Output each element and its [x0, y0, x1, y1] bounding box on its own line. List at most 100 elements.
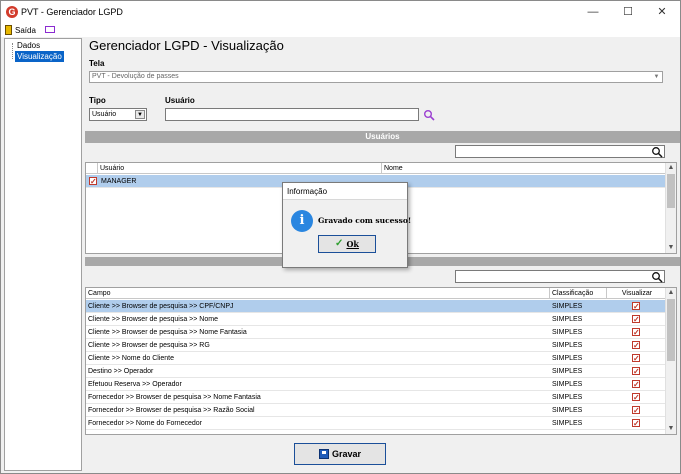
field-campo-cell: Cliente >> Browser de pesquisa >> RG: [88, 342, 210, 349]
tela-select-value: PVT - Devolução de passes: [92, 73, 179, 80]
field-classificacao-cell: SIMPLES: [552, 394, 583, 401]
ok-button[interactable]: ✓ Ok: [318, 235, 376, 253]
field-visualizar-checkbox[interactable]: [632, 417, 640, 430]
field-campo-cell: Fornecedor >> Browser de pesquisa >> Nom…: [88, 394, 261, 401]
fields-col-classificacao[interactable]: Classificação: [550, 288, 607, 298]
search-icon[interactable]: [423, 109, 435, 121]
field-campo-cell: Cliente >> Browser de pesquisa >> Nome F…: [88, 329, 247, 336]
field-campo-cell: Fornecedor >> Browser de pesquisa >> Raz…: [88, 407, 255, 414]
user-select-checkbox[interactable]: [89, 175, 97, 188]
scroll-thumb[interactable]: [667, 299, 675, 361]
field-visualizar-checkbox[interactable]: [632, 339, 640, 352]
usuario-input[interactable]: [165, 108, 419, 121]
field-classificacao-cell: SIMPLES: [552, 381, 583, 388]
user-usuario-cell: MANAGER: [101, 178, 137, 185]
info-icon: i: [291, 210, 313, 232]
table-row[interactable]: Cliente >> Browser de pesquisa >> Nome F…: [86, 326, 666, 339]
scroll-thumb[interactable]: [667, 174, 675, 208]
field-classificacao-cell: SIMPLES: [552, 342, 583, 349]
table-row[interactable]: Cliente >> Nome do Cliente SIMPLES: [86, 352, 666, 365]
title-bar[interactable]: G PVT - Gerenciador LGPD — ☐ ✕: [1, 1, 680, 23]
search-icon[interactable]: [651, 271, 663, 283]
field-visualizar-checkbox[interactable]: [632, 404, 640, 417]
fields-scrollbar[interactable]: ▲ ▼: [665, 288, 676, 434]
table-row[interactable]: Cliente >> Browser de pesquisa >> Nome S…: [86, 313, 666, 326]
field-classificacao-cell: SIMPLES: [552, 303, 583, 310]
usuario-label: Usuário: [165, 96, 195, 105]
exit-menu-label: Saída: [15, 25, 36, 35]
info-dialog: Informação i Gravado com sucesso! ✓ Ok: [282, 182, 412, 268]
dialog-message: Gravado com sucesso!: [318, 216, 412, 225]
field-campo-cell: Destino >> Operador: [88, 368, 154, 375]
fields-filter-input[interactable]: [455, 270, 665, 283]
users-scrollbar[interactable]: ▲ ▼: [665, 163, 676, 253]
save-button-label: Gravar: [331, 449, 362, 459]
ok-button-label: Ok: [346, 239, 359, 249]
field-classificacao-cell: SIMPLES: [552, 329, 583, 336]
users-col-nome[interactable]: Nome: [382, 163, 666, 173]
table-row[interactable]: Fornecedor >> Nome do Fornecedor SIMPLES: [86, 417, 666, 430]
scroll-up-icon[interactable]: ▲: [666, 163, 676, 173]
field-campo-cell: Cliente >> Browser de pesquisa >> Nome: [88, 316, 218, 323]
chevron-down-icon: ▼: [653, 74, 660, 80]
monitor-icon[interactable]: [45, 26, 55, 33]
tela-label: Tela: [89, 59, 105, 68]
field-campo-cell: Cliente >> Nome do Cliente: [88, 355, 174, 362]
table-row[interactable]: Fornecedor >> Browser de pesquisa >> Nom…: [86, 391, 666, 404]
tree-item-visualizacao[interactable]: Visualização: [15, 51, 64, 62]
tela-select[interactable]: PVT - Devolução de passes ▼: [89, 71, 663, 83]
window-title: PVT - Gerenciador LGPD: [21, 7, 123, 17]
users-filter-input[interactable]: [455, 145, 665, 158]
scroll-down-icon[interactable]: ▼: [666, 243, 676, 253]
fields-col-campo[interactable]: Campo: [86, 288, 550, 298]
door-exit-icon: [5, 25, 12, 35]
field-campo-cell: Fornecedor >> Nome do Fornecedor: [88, 420, 203, 427]
table-row[interactable]: Cliente >> Browser de pesquisa >> CPF/CN…: [86, 300, 666, 313]
field-visualizar-checkbox[interactable]: [632, 352, 640, 365]
search-icon[interactable]: [651, 146, 663, 158]
footer-bar: Gravar: [85, 438, 680, 471]
table-row[interactable]: Efetuou Reserva >> Operador SIMPLES: [86, 378, 666, 391]
navigation-tree: Dados Visualização: [4, 38, 82, 471]
field-visualizar-checkbox[interactable]: [632, 378, 640, 391]
field-campo-cell: Efetuou Reserva >> Operador: [88, 381, 182, 388]
field-visualizar-checkbox[interactable]: [632, 326, 640, 339]
table-row[interactable]: Cliente >> Browser de pesquisa >> RG SIM…: [86, 339, 666, 352]
tipo-label: Tipo: [89, 96, 106, 105]
field-classificacao-cell: SIMPLES: [552, 316, 583, 323]
maximize-button[interactable]: ☐: [611, 1, 645, 23]
menu-bar: Saída: [1, 23, 680, 37]
tipo-select[interactable]: Usuário ▼: [89, 108, 147, 121]
field-visualizar-checkbox[interactable]: [632, 365, 640, 378]
page-title: Gerenciador LGPD - Visualização: [89, 38, 284, 53]
floppy-save-icon: [318, 449, 329, 459]
field-visualizar-checkbox[interactable]: [632, 300, 640, 313]
app-window: G PVT - Gerenciador LGPD — ☐ ✕ Saída Dad…: [0, 0, 681, 474]
users-col-usuario[interactable]: Usuário: [98, 163, 382, 173]
field-classificacao-cell: SIMPLES: [552, 407, 583, 414]
fields-grid-header: Campo Classificação Visualizar: [86, 288, 666, 299]
table-row[interactable]: Fornecedor >> Browser de pesquisa >> Raz…: [86, 404, 666, 417]
minimize-button[interactable]: —: [576, 1, 610, 23]
users-section-header: Usuários: [85, 131, 680, 143]
save-button[interactable]: Gravar: [294, 443, 386, 465]
table-row[interactable]: Destino >> Operador SIMPLES: [86, 365, 666, 378]
tipo-select-value: Usuário: [92, 111, 117, 118]
scroll-down-icon[interactable]: ▼: [666, 424, 676, 434]
users-grid-indicator-col: [86, 163, 98, 173]
field-classificacao-cell: SIMPLES: [552, 355, 583, 362]
close-button[interactable]: ✕: [645, 1, 679, 23]
chevron-down-icon: ▼: [135, 110, 145, 119]
scroll-up-icon[interactable]: ▲: [666, 288, 676, 298]
tree-item-dados[interactable]: Dados: [15, 40, 42, 51]
dialog-title[interactable]: Informação: [283, 183, 407, 200]
field-visualizar-checkbox[interactable]: [632, 391, 640, 404]
users-grid-header: Usuário Nome: [86, 163, 666, 174]
exit-menu-item[interactable]: Saída: [5, 24, 36, 36]
fields-grid: Campo Classificação Visualizar Cliente >…: [85, 287, 677, 435]
field-visualizar-checkbox[interactable]: [632, 313, 640, 326]
fields-col-visualizar[interactable]: Visualizar: [607, 288, 666, 298]
field-campo-cell: Cliente >> Browser de pesquisa >> CPF/CN…: [88, 303, 234, 310]
field-classificacao-cell: SIMPLES: [552, 368, 583, 375]
app-logo-icon: G: [6, 6, 18, 18]
